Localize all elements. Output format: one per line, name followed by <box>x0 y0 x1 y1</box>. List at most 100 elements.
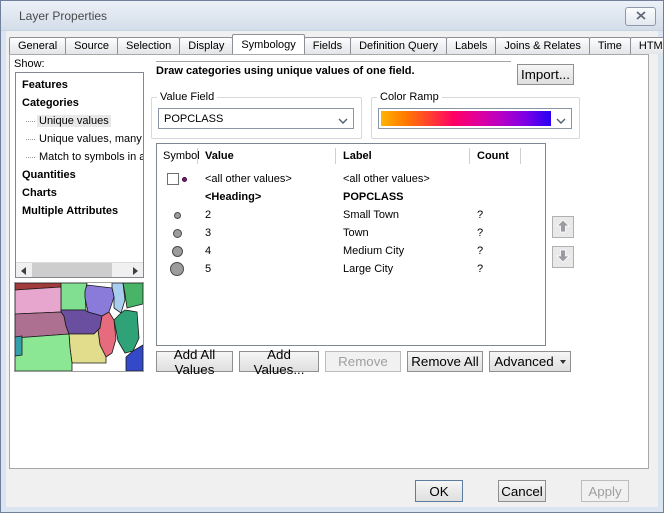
tab-labels[interactable]: Labels <box>446 37 496 54</box>
value-field-selected: POPCLASS <box>164 113 223 125</box>
count-cell: ? <box>477 224 483 242</box>
point-symbol[interactable] <box>173 229 182 238</box>
cancel-button[interactable]: Cancel <box>498 480 546 502</box>
apply-button[interactable]: Apply <box>581 480 629 502</box>
value-field-group: Value Field POPCLASS <box>151 97 362 139</box>
tree-item-label: Features <box>22 79 68 91</box>
chevron-down-icon <box>338 116 348 128</box>
remove-all-button[interactable]: Remove All <box>407 351 483 372</box>
tab-selection[interactable]: Selection <box>117 37 180 54</box>
close-button[interactable] <box>625 7 656 26</box>
method-description: Draw categories using unique values of o… <box>156 65 415 77</box>
all-other-values-checkbox[interactable] <box>167 173 179 185</box>
point-symbol[interactable] <box>174 212 181 219</box>
tree-line <box>26 121 35 122</box>
value-cell: <Heading> <box>205 188 261 206</box>
label-cell: Medium City <box>343 242 404 260</box>
label-cell: Small Town <box>343 206 399 224</box>
tree-horizontal-scrollbar[interactable] <box>16 262 143 277</box>
tree-item-label: Unique values <box>37 115 111 127</box>
remove-button[interactable]: Remove <box>325 351 401 372</box>
tab-source[interactable]: Source <box>65 37 118 54</box>
table-row[interactable]: 4 Medium City? <box>157 242 545 260</box>
scroll-left-arrow-icon[interactable] <box>16 263 31 278</box>
ok-button[interactable]: OK <box>415 480 463 502</box>
symbol-cell <box>157 242 197 260</box>
map-preview <box>14 282 144 372</box>
scroll-right-arrow-icon[interactable] <box>128 263 143 278</box>
scrollbar-thumb[interactable] <box>32 263 112 278</box>
tree-item-label: Match to symbols in a <box>37 151 143 163</box>
label-cell: POPCLASS <box>343 188 404 206</box>
tab-definition-query[interactable]: Definition Query <box>350 37 447 54</box>
tree-item-label: Unique values, many <box>37 133 143 145</box>
count-cell: ? <box>477 242 483 260</box>
tree-item-charts[interactable]: Charts <box>16 184 143 202</box>
value-field-dropdown[interactable]: POPCLASS <box>158 108 354 129</box>
move-down-button[interactable] <box>552 246 574 268</box>
title-bar[interactable]: Layer Properties <box>1 1 663 31</box>
down-arrow-icon <box>555 248 571 267</box>
color-ramp-label: Color Ramp <box>377 91 442 103</box>
point-symbol[interactable] <box>172 246 183 257</box>
symbol-cell <box>157 206 197 224</box>
symbol-cell <box>157 188 197 206</box>
tree-item-unique-values-many[interactable]: Unique values, many <box>16 130 143 148</box>
table-header: SymbolValueLabelCount <box>157 144 545 170</box>
table-row[interactable]: <all other values><all other values> <box>157 170 545 188</box>
value-cell: 5 <box>205 260 211 278</box>
add-all-values-button[interactable]: Add All Values <box>156 351 233 372</box>
point-symbol[interactable] <box>182 177 187 182</box>
tab-time[interactable]: Time <box>589 37 631 54</box>
close-icon <box>636 11 646 23</box>
label-cell: Large City <box>343 260 393 278</box>
tree-item-quantities[interactable]: Quantities <box>16 166 143 184</box>
symbol-cell <box>157 170 197 188</box>
label-cell: Town <box>343 224 369 242</box>
symbol-cell <box>157 260 197 278</box>
tab-symbology[interactable]: Symbology <box>232 34 304 54</box>
tree-item-features[interactable]: Features <box>16 76 143 94</box>
import-button[interactable]: Import... <box>517 64 574 85</box>
chevron-down-icon <box>556 116 566 128</box>
table-row[interactable]: 2 Small Town? <box>157 206 545 224</box>
point-symbol[interactable] <box>170 262 184 276</box>
color-ramp-dropdown[interactable] <box>378 108 572 129</box>
dropdown-arrow-icon <box>560 360 566 364</box>
tree-line <box>26 139 35 140</box>
show-tree: Features Categories Unique values Unique va… <box>15 72 144 278</box>
count-cell: ? <box>477 206 483 224</box>
layer-properties-dialog: Layer Properties GeneralSourceSelectionD… <box>0 0 664 513</box>
tree-item-categories[interactable]: Categories <box>16 94 143 112</box>
tab-joins-relates[interactable]: Joins & Relates <box>495 37 589 54</box>
tree-item-label: Charts <box>22 187 57 199</box>
advanced-button[interactable]: Advanced <box>489 351 571 372</box>
column-header-value: Value <box>205 150 234 162</box>
panel-top-rule <box>156 61 511 62</box>
column-header-label: Label <box>343 150 372 162</box>
tab-html-popup[interactable]: HTML Popup <box>630 37 664 54</box>
tree-item-unique-values[interactable]: Unique values <box>16 112 143 130</box>
tab-fields[interactable]: Fields <box>304 37 351 54</box>
tree-item-label: Categories <box>22 97 79 109</box>
value-cell: 2 <box>205 206 211 224</box>
value-cell: 4 <box>205 242 211 260</box>
table-row[interactable]: <Heading> POPCLASS <box>157 188 545 206</box>
tree-item-multiple-attributes[interactable]: Multiple Attributes <box>16 202 143 220</box>
add-values-button[interactable]: Add Values... <box>239 351 319 372</box>
table-row[interactable]: 3Town? <box>157 224 545 242</box>
tab-strip: GeneralSourceSelectionDisplaySymbologyFi… <box>9 37 664 54</box>
up-arrow-icon <box>555 218 571 237</box>
table-row[interactable]: 5 Large City? <box>157 260 545 278</box>
tab-general[interactable]: General <box>9 37 66 54</box>
tree-item-match-to-symbols-in-a[interactable]: Match to symbols in a <box>16 148 143 166</box>
label-cell: <all other values> <box>343 170 430 188</box>
color-ramp-swatch <box>381 111 551 126</box>
move-up-button[interactable] <box>552 216 574 238</box>
tree-line <box>26 157 35 158</box>
symbol-cell <box>157 224 197 242</box>
count-cell: ? <box>477 260 483 278</box>
tab-display[interactable]: Display <box>179 37 233 54</box>
window-title: Layer Properties <box>19 9 107 23</box>
show-label: Show: <box>14 58 45 70</box>
